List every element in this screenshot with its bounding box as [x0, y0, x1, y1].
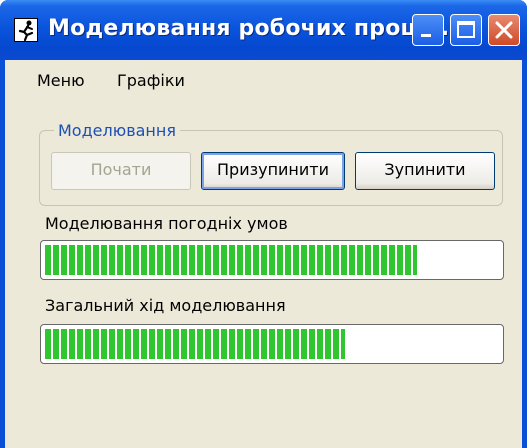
- menu-item-charts[interactable]: Графіки: [117, 71, 185, 90]
- pause-button[interactable]: Призупинити: [201, 152, 345, 190]
- minimize-icon: [421, 34, 431, 37]
- stop-button[interactable]: Зупинити: [355, 152, 495, 190]
- menu-bar: Меню Графіки: [5, 60, 522, 100]
- close-icon: [495, 21, 513, 39]
- close-button[interactable]: [488, 14, 520, 46]
- weather-progress-bar: [40, 240, 504, 280]
- title-bar[interactable]: Моделювання робочих проце...: [0, 0, 527, 60]
- app-icon: [14, 18, 38, 42]
- weather-progress-label: Моделювання погодніх умов: [45, 214, 288, 233]
- weather-progress-fill: [45, 245, 418, 275]
- overall-progress-bar: [40, 324, 504, 364]
- window-client-area: Меню Графіки Моделювання Почати Призупин…: [5, 60, 522, 448]
- start-button[interactable]: Почати: [51, 152, 191, 190]
- window-title: Моделювання робочих проце...: [48, 16, 458, 41]
- maximize-icon: [457, 21, 475, 38]
- menu-item-menu[interactable]: Меню: [37, 71, 85, 90]
- app-window: Моделювання робочих проце... Меню Графік…: [0, 0, 527, 448]
- minimize-button[interactable]: [412, 14, 444, 46]
- maximize-button[interactable]: [450, 14, 482, 46]
- overall-progress-label: Загальний хід моделювання: [45, 296, 286, 315]
- simulation-group-label: Моделювання: [54, 121, 180, 140]
- overall-progress-fill: [45, 329, 345, 359]
